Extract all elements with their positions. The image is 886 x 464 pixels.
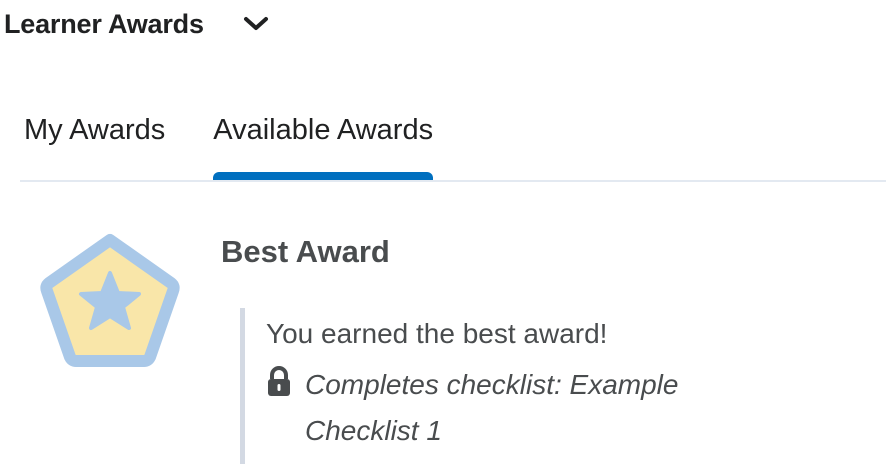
award-description: You earned the best award! [266,318,608,349]
award-badge [38,230,182,370]
learner-awards-page: Learner Awards My Awards Available Award… [0,0,886,464]
award-criteria: Completes checklist: Example Checklist 1 [266,362,800,454]
tab-my-awards[interactable]: My Awards [24,108,165,180]
widget-header: Learner Awards [4,4,272,44]
tab-available-awards[interactable]: Available Awards [213,108,433,180]
award-tabs: My Awards Available Awards [20,108,886,182]
award-criteria-text: Completes checklist: Example Checklist 1 [305,369,679,446]
award-title: Best Award [221,234,390,269]
lock-icon [268,366,290,396]
widget-title: Learner Awards [4,8,204,39]
star-pentagon-badge-icon [40,234,180,367]
award-detail: You earned the best award! Completes che… [240,308,800,464]
chevron-down-icon [243,17,268,30]
collapse-toggle-button[interactable] [240,8,272,40]
